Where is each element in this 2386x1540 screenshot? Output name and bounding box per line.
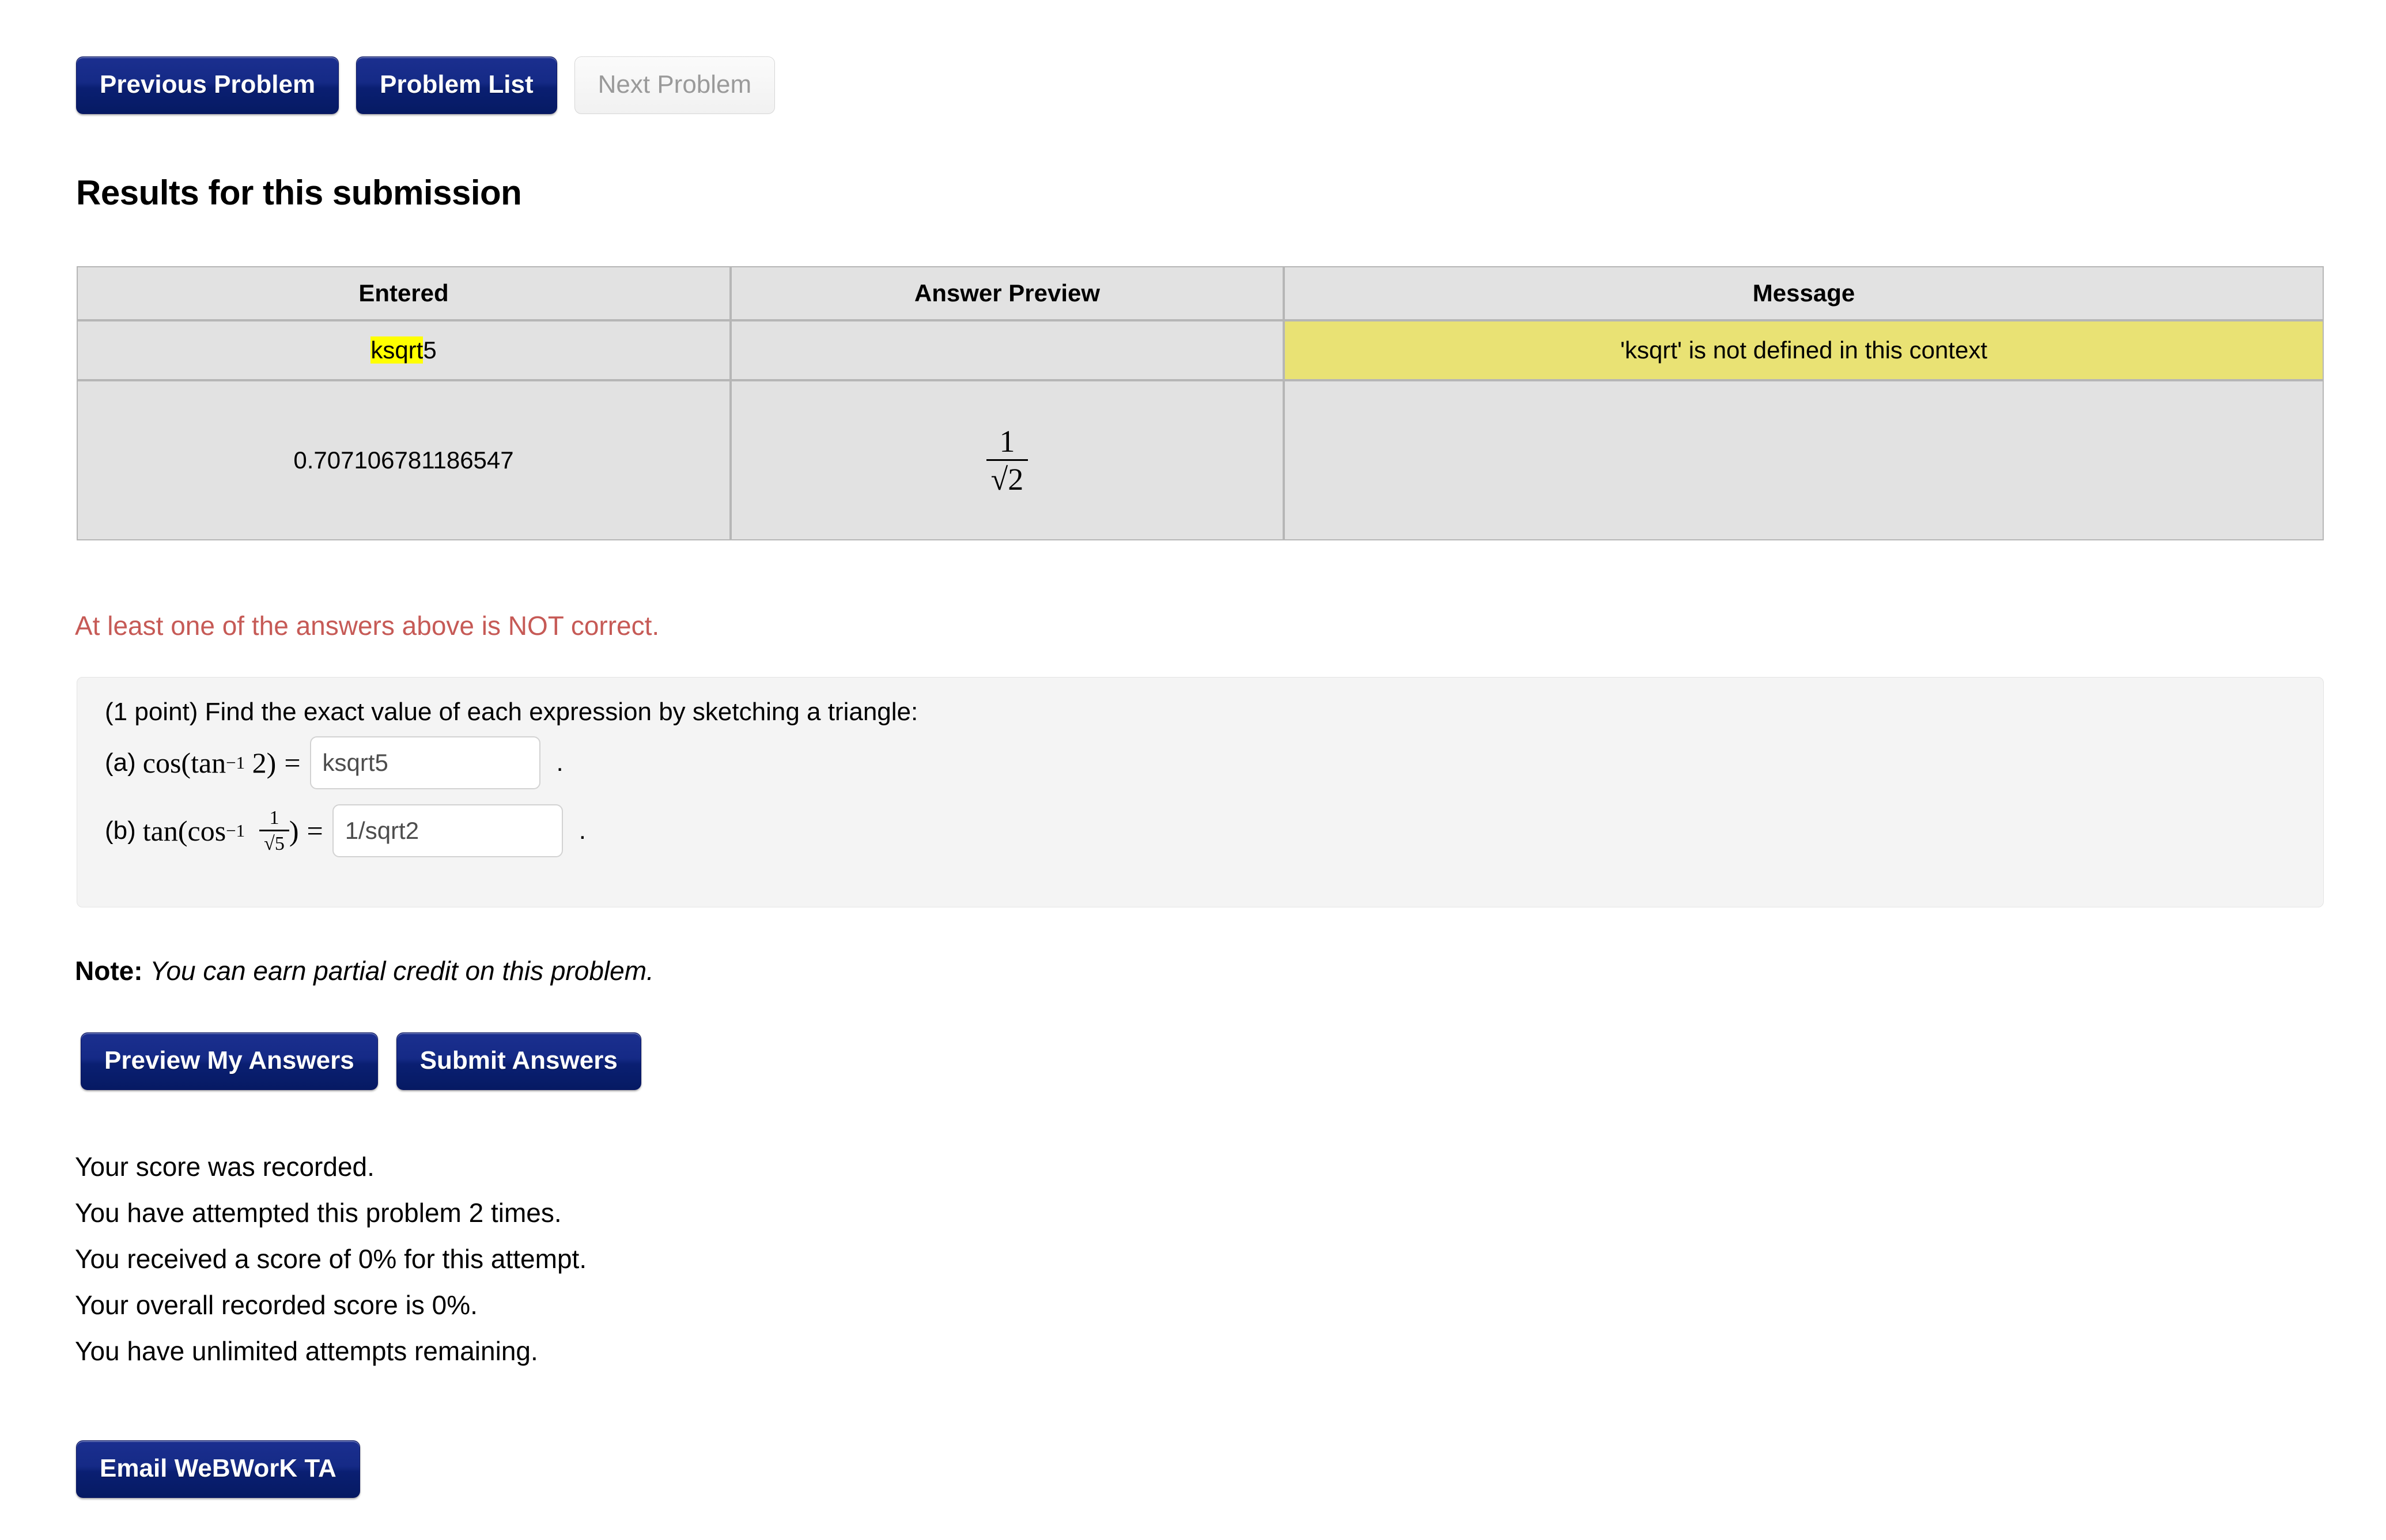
answer-actions-bar: Preview My Answers Submit Answers [81,1032,641,1090]
problem-navigation-bar: Previous Problem Problem List Next Probl… [76,56,776,114]
fraction-denominator: √2 [990,461,1024,497]
score-line: You have unlimited attempts remaining. [75,1336,538,1366]
entered-rest-text: 5 [423,336,437,364]
part-b-suffix: ) [289,815,299,847]
table-header-row: Entered Answer Preview Message [77,266,2324,320]
part-b-expression: tan(cos −1 1 √5) [142,807,299,854]
part-b-fraction-denominator: √5 [264,833,285,854]
part-a-argument: 2 [252,747,267,779]
part-a-label: (a) [105,748,136,777]
problem-statement-panel: (1 point) Find the exact value of each e… [77,677,2324,907]
answer-input-a[interactable] [309,736,540,789]
fraction-numerator: 1 [986,425,1028,461]
partial-credit-note: Note: You can earn partial credit on thi… [75,958,654,984]
email-ta-bar: Email WeBWorK TA [76,1440,360,1498]
table-row: 0.707106781186547 1 √2 [77,380,2324,540]
cell-preview-1 [731,320,1284,380]
problem-list-button[interactable]: Problem List [356,56,557,114]
problem-part-a: (a) cos(tan−1 2) = . [105,733,2296,793]
incorrect-answer-message: At least one of the answers above is NOT… [75,611,660,641]
table-row: ksqrt5 'ksqrt' is not defined in this co… [77,320,2324,380]
problem-part-b: (b) tan(cos−1 1√5) = . [105,801,2296,861]
score-line: Your overall recorded score is 0%. [75,1290,478,1320]
part-a-prefix: cos(tan [142,747,226,779]
score-summary: Your score was recorded. You have attemp… [75,1144,587,1374]
problem-intro-text: (1 point) Find the exact value of each e… [105,698,918,726]
next-problem-button: Next Problem [574,56,776,114]
part-b-equals: = [307,815,323,847]
column-header-entered: Entered [77,266,731,320]
answer-preview-fraction: 1 √2 [986,425,1028,495]
submission-results-table: Entered Answer Preview Message ksqrt5 'k… [77,266,2324,540]
score-line: You have attempted this problem 2 times. [75,1198,562,1228]
part-b-period: . [578,816,586,845]
previous-problem-button[interactable]: Previous Problem [76,56,339,114]
part-b-fraction-numerator: 1 [259,808,289,831]
column-header-answer-preview: Answer Preview [731,266,1284,320]
part-b-fraction: 1 √5 [259,808,289,854]
entered-highlight-text: ksqrt [370,336,423,364]
answer-input-b[interactable] [332,804,563,857]
part-a-equals: = [284,747,301,779]
part-a-expression: cos(tan −1 2) [142,747,277,779]
part-b-label: (b) [105,816,136,845]
cell-message-2 [1284,380,2324,540]
note-label: Note: [75,956,143,986]
submit-answers-button[interactable]: Submit Answers [396,1032,641,1090]
column-header-message: Message [1284,266,2324,320]
cell-preview-2: 1 √2 [731,380,1284,540]
part-a-period: . [556,748,564,777]
results-heading: Results for this submission [76,173,522,212]
score-line: You received a score of 0% for this atte… [75,1244,587,1274]
score-line: Your score was recorded. [75,1152,375,1182]
part-b-prefix: tan(cos [142,815,226,847]
part-a-suffix: ) [266,747,277,779]
cell-message-1: 'ksqrt' is not defined in this context [1284,320,2324,380]
cell-entered-1: ksqrt5 [77,320,731,380]
note-text: You can earn partial credit on this prob… [150,956,654,986]
email-webwork-ta-button[interactable]: Email WeBWorK TA [76,1440,360,1498]
cell-entered-2: 0.707106781186547 [77,380,731,540]
webwork-problem-page: Previous Problem Problem List Next Probl… [0,0,2386,1540]
preview-my-answers-button[interactable]: Preview My Answers [81,1032,378,1090]
